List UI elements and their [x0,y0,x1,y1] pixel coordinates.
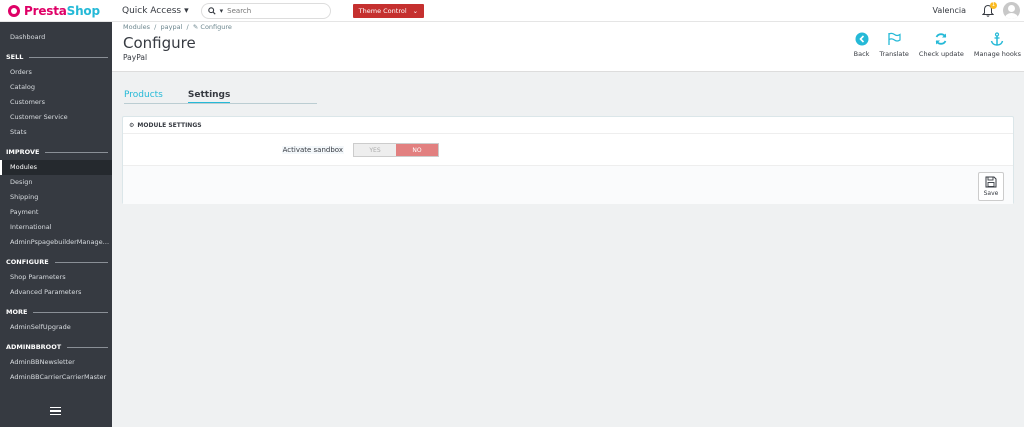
module-settings-panel: ⚙ MODULE SETTINGS Activate sandbox YES N… [122,116,1014,204]
tab-settings[interactable]: Settings [187,90,231,104]
panel-heading: ⚙ MODULE SETTINGS [123,117,1013,134]
manage-hooks-button[interactable]: Manage hooks [974,32,1021,58]
sidebar-section-configure: CONFIGURE [0,254,112,270]
sidebar-item-customer-service[interactable]: Customer Service [0,110,112,125]
notification-badge: 1 [990,2,997,9]
check-update-label: Check update [918,50,964,58]
check-update-button[interactable]: Check update [919,32,964,58]
breadcrumb-paypal[interactable]: paypal [161,23,183,31]
tab-products[interactable]: Products [124,90,163,104]
breadcrumb: Modules / paypal / ✎ Configure [123,23,232,31]
save-label: Save [983,190,999,197]
sidebar-item-dashboard[interactable]: Dashboard [0,30,112,45]
sidebar-item-pagebuilder[interactable]: AdminPspagebuilderManagem... [0,235,112,250]
theme-control-label: Theme Control [358,6,407,15]
theme-control-button[interactable]: Theme Control ⌄ [352,3,425,18]
search-box[interactable]: ▾ [200,2,331,19]
pencil-icon: ✎ [192,23,199,31]
search-scope-caret-icon[interactable]: ▾ [220,7,224,15]
translate-label: Translate [879,50,909,58]
sidebar-item-bb-newsletter[interactable]: AdminBBNewsletter [0,355,112,370]
sidebar-item-modules[interactable]: Modules [0,160,112,175]
sidebar-item-shop-parameters[interactable]: Shop Parameters [0,270,112,285]
sidebar-item-orders[interactable]: Orders [0,65,112,80]
search-icon [207,6,216,15]
menu-collapse-icon[interactable] [50,406,61,418]
sandbox-label: Activate sandbox [281,146,344,154]
page-header: Modules / paypal / ✎ Configure Configure… [112,22,1024,72]
sidebar-section-improve: IMPROVE [0,144,112,160]
sidebar-item-self-upgrade[interactable]: AdminSelfUpgrade [0,320,112,335]
sandbox-no-option[interactable]: NO [396,144,438,156]
sandbox-switch[interactable]: YES NO [353,143,439,157]
anchor-icon [991,32,1004,46]
panel-heading-text: MODULE SETTINGS [137,121,202,129]
sidebar-item-advanced-parameters[interactable]: Advanced Parameters [0,285,112,300]
sidebar-section-more: MORE [0,304,112,320]
save-button[interactable]: Save [978,172,1004,201]
prestashop-logo[interactable]: PrestaShop [0,4,112,18]
breadcrumb-modules[interactable]: Modules [123,23,150,31]
quick-access-menu[interactable]: Quick Access ▾ [122,6,189,16]
puffin-icon [8,4,20,17]
sidebar-section-adminbbroot: ADMINBBROOT [0,339,112,355]
page-title: Configure [123,34,196,52]
top-bar: PrestaShop Quick Access ▾ ▾ Theme Contro… [0,0,1024,22]
shop-name[interactable]: Valencia [933,6,967,15]
page-subtitle: PayPal [123,53,148,62]
sidebar: Dashboard SELL Orders Catalog Customers … [0,22,112,427]
toolbar: Back Translate Check update Manage hooks [854,32,1021,58]
config-tabs: Products Settings [124,90,231,104]
translate-button[interactable]: Translate [879,32,909,58]
flag-icon [888,32,901,45]
tab-divider [124,103,317,104]
sidebar-item-shipping[interactable]: Shipping [0,190,112,205]
back-label: Back [853,50,870,58]
quick-access-label: Quick Access [122,5,182,16]
search-input[interactable] [227,6,318,15]
logo-text: PrestaShop [24,3,100,18]
sidebar-item-catalog[interactable]: Catalog [0,80,112,95]
sidebar-item-bb-carrier[interactable]: AdminBBCarrierCarrierMaster [0,370,112,385]
sandbox-yes-option[interactable]: YES [354,144,396,156]
manage-hooks-label: Manage hooks [973,50,1021,58]
sidebar-item-customers[interactable]: Customers [0,95,112,110]
back-arrow-icon [855,32,869,46]
chevron-down-icon: ⌄ [412,6,419,15]
sidebar-item-stats[interactable]: Stats [0,125,112,140]
refresh-icon [936,33,947,45]
back-button[interactable]: Back [853,32,870,58]
sidebar-item-international[interactable]: International [0,220,112,235]
sandbox-row: Activate sandbox YES NO [123,142,1013,158]
sidebar-item-payment[interactable]: Payment [0,205,112,220]
breadcrumb-configure: Configure [200,23,232,31]
avatar[interactable] [1003,2,1020,19]
floppy-disk-icon [985,176,997,188]
caret-down-icon: ▾ [184,5,189,16]
panel-footer: Save [123,165,1013,204]
sidebar-item-design[interactable]: Design [0,175,112,190]
sidebar-section-sell: SELL [0,49,112,65]
cogs-icon: ⚙ [129,121,135,129]
